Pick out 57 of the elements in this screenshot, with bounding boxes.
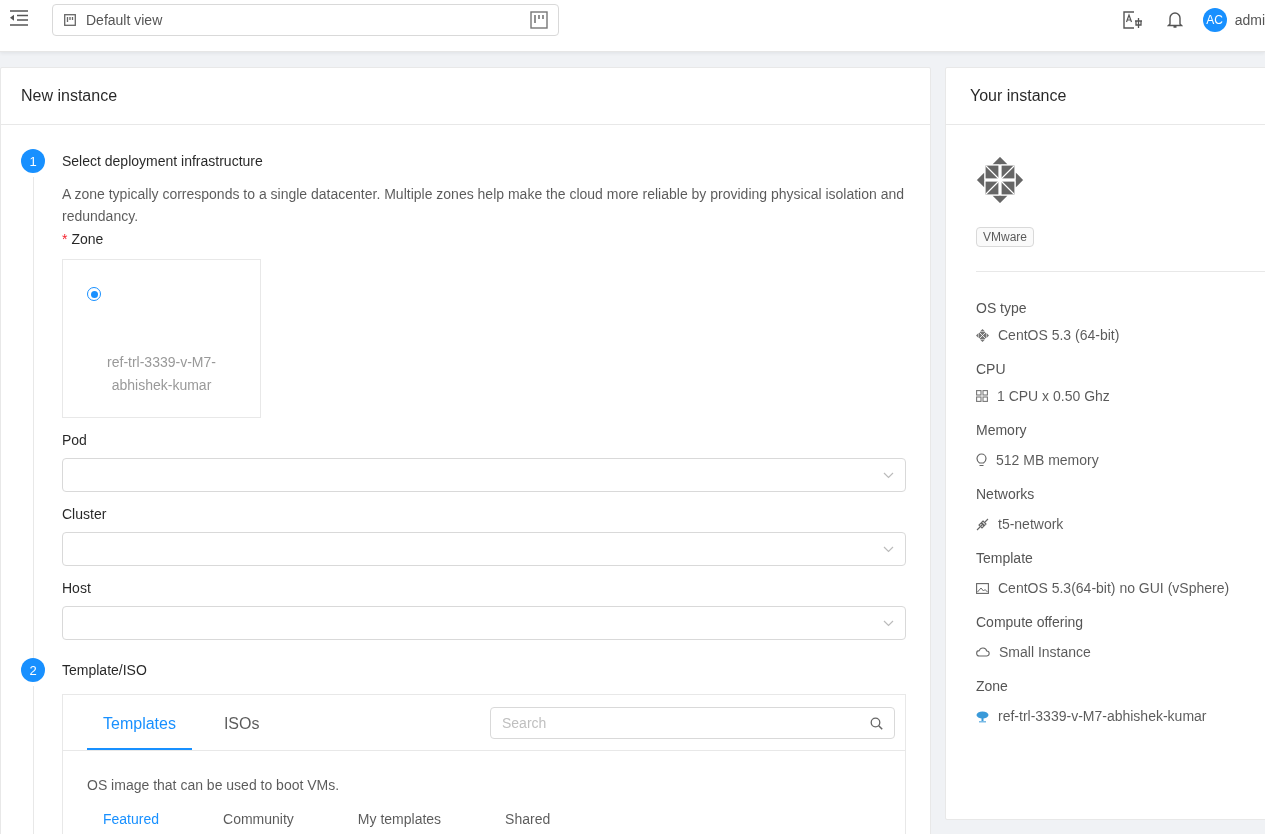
required-mark: * (62, 231, 68, 247)
field-label: Zone (71, 231, 104, 247)
grid-icon (976, 390, 988, 402)
detail-value: Small Instance (999, 643, 1091, 662)
step-title: Select deployment infrastructure (62, 152, 264, 171)
detail-label: Template (976, 549, 1034, 568)
card-title: Your instance (946, 68, 1265, 125)
tab[interactable]: Community (207, 809, 310, 829)
image-icon (976, 582, 989, 594)
hypervisor-tag: VMware (976, 227, 1034, 247)
detail-value: CentOS 5.3 (64-bit) (998, 326, 1120, 345)
detail-value: ref-trl-3339-v-M7-abhishek-kumar (998, 707, 1207, 726)
detail-label: Compute offering (976, 613, 1085, 632)
chevron-down-icon (883, 545, 894, 553)
detail-value: t5-network (998, 515, 1064, 534)
os-logo-icon (976, 328, 989, 342)
select-field[interactable] (62, 606, 906, 640)
tab[interactable]: ISOs (207, 695, 276, 750)
detail-label: Networks (976, 485, 1036, 504)
menu-fold-icon[interactable] (9, 10, 29, 26)
field-label: Host (62, 579, 92, 598)
detail-value: 1 CPU x 0.50 Ghz (997, 387, 1110, 406)
field-label: Cluster (62, 505, 108, 524)
search-icon (870, 716, 883, 730)
select-field[interactable] (62, 458, 906, 492)
hint-text: OS image that can be used to boot VMs. (87, 776, 341, 795)
globe-icon (976, 709, 989, 723)
chevron-down-icon (883, 619, 894, 627)
detail-value: 512 MB memory (996, 451, 1099, 470)
view-selector[interactable]: Default view (52, 3, 559, 36)
chevron-down-icon (883, 471, 894, 479)
os-logo-icon (975, 155, 1025, 205)
field-label: Pod (62, 431, 88, 450)
detail-label: Zone (976, 677, 1009, 696)
view-name: Default view (86, 11, 164, 28)
user-name[interactable]: admi (1234, 11, 1265, 28)
translate-icon[interactable] (1122, 10, 1143, 29)
step-description: A zone typically corresponds to a single datacenter. Multiple zones help make the cloud more reliable by providing physical isolation and redundancy. (62, 185, 906, 226)
step-number: 2 (21, 658, 45, 682)
detail-label: Memory (976, 421, 1028, 440)
zone-name: ref-trl-3339-v-M7-abhishek-kumar (106, 353, 217, 395)
plug-icon (976, 517, 989, 531)
tab[interactable]: Shared (489, 809, 567, 829)
detail-label: CPU (976, 360, 1007, 379)
bulb-icon (976, 453, 987, 467)
board-icon (64, 13, 76, 26)
bell-icon[interactable] (1166, 10, 1183, 29)
select-field[interactable] (62, 532, 906, 566)
step-title: Template/ISO (62, 661, 148, 680)
cloud-icon (976, 647, 990, 657)
search-field[interactable]: Search (490, 706, 895, 739)
board-icon[interactable] (530, 10, 548, 29)
step-number: 1 (21, 149, 45, 173)
detail-value: CentOS 5.3(64-bit) no GUI (vSphere) (998, 579, 1230, 598)
detail-label: OS type (976, 299, 1028, 318)
card-title: New instance (1, 68, 930, 125)
tab[interactable]: My templates (341, 809, 458, 829)
